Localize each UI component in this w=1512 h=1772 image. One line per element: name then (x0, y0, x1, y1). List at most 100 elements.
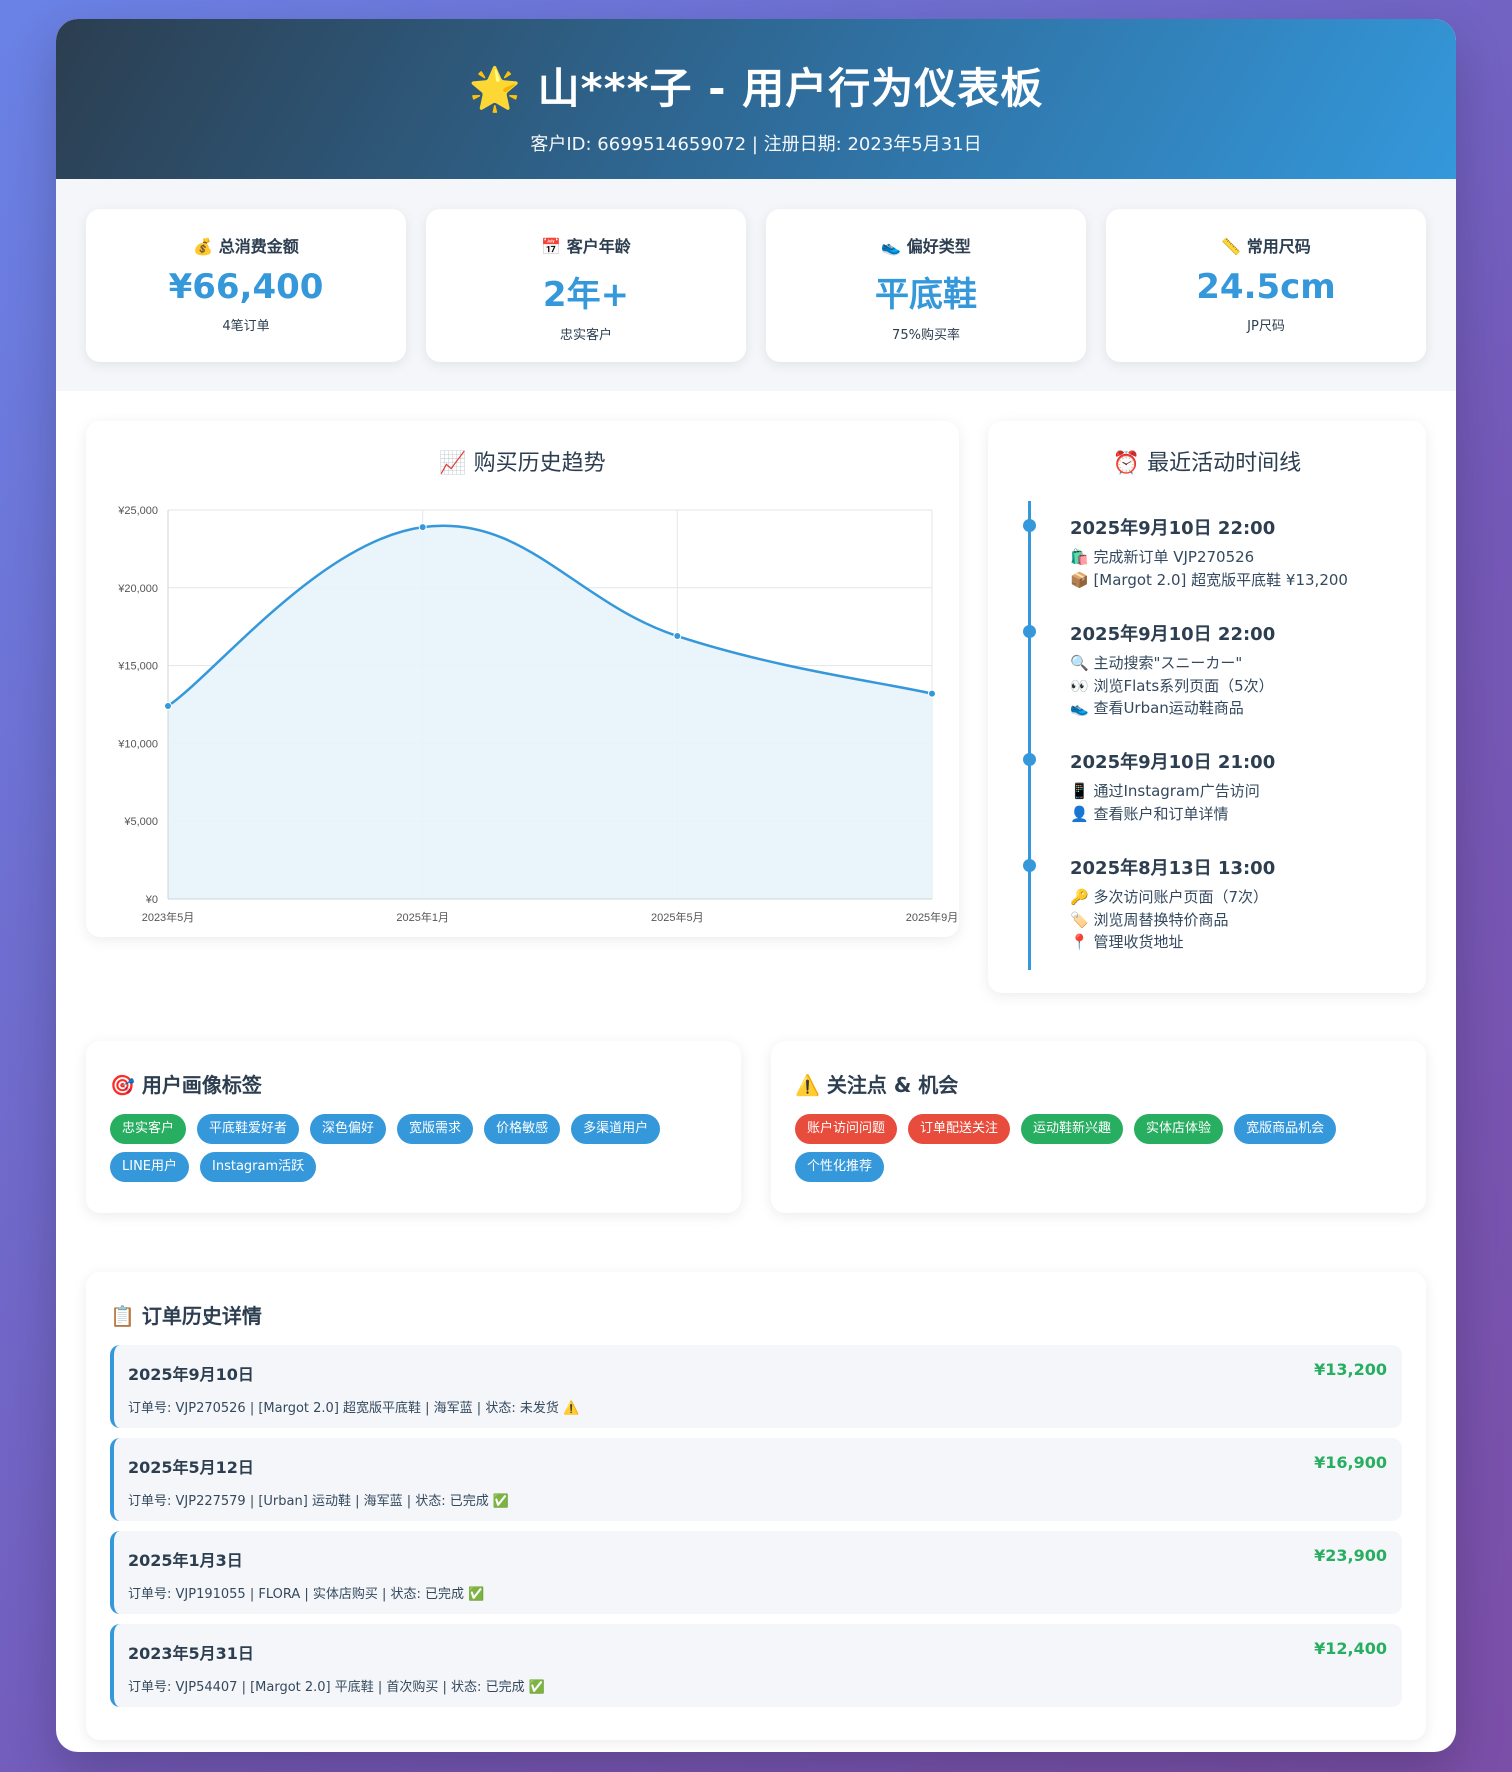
stat-label: 📏 常用尺码 (1221, 237, 1311, 256)
timeline-time: 2025年9月10日 22:00 (1070, 624, 1276, 645)
timeline-detail: 🛍️ 完成新订单 VJP270526 (1070, 548, 1255, 566)
dashboard-header: 🌟 山***子 - 用户行为仪表板 客户ID: 6699514659072 | … (56, 19, 1456, 179)
x-tick-label: 2023年5月 (142, 910, 195, 924)
timeline-dot (1023, 859, 1036, 872)
stat-card-customer-age: 📅 客户年龄 2年+ 忠实客户 (426, 209, 746, 362)
timeline-detail: 📍 管理收货地址 (1070, 933, 1184, 951)
data-point (164, 702, 172, 711)
order-detail: 订单号: VJP54407 | [Margot 2.0] 平底鞋 | 首次购买 … (128, 1680, 545, 1695)
stat-label: 💰 总消费金额 (193, 237, 299, 256)
timeline-detail: 👀 浏览Flats系列页面（5次） (1070, 676, 1274, 695)
timeline-details: 📱 通过Instagram广告访问 👤 查看账户和订单详情 (1070, 780, 1260, 825)
purchase-trend-card: 📈 购买历史趋势 ¥0 ¥5,000 ¥10,000 ¥15,000 ¥20,000 ¥2… (86, 421, 959, 937)
stat-value: 2年+ (542, 275, 630, 315)
timeline-line (1028, 501, 1031, 970)
concerns-card: ⚠️ 关注点 & 机会 账户访问问题 订单配送关注 运动鞋新兴趣 实体店体验 宽… (771, 1041, 1426, 1213)
timeline-detail: 👟 查看Urban运动鞋商品 (1070, 699, 1244, 717)
y-tick-label: ¥0 (145, 894, 158, 906)
page-title: 🌟 山***子 - 用户行为仪表板 (468, 64, 1044, 113)
concern-tag: 账户访问问题 (795, 1114, 898, 1144)
profile-tags-title: 🎯 用户画像标签 (110, 1073, 262, 1097)
concern-tag-list: 账户访问问题 订单配送关注 运动鞋新兴趣 实体店体验 宽版商品机会 个性化推荐 (795, 1114, 1402, 1182)
customer-meta: 客户ID: 6699514659072 | 注册日期: 2023年5月31日 (530, 134, 982, 155)
timeline-detail: 📦 [Margot 2.0] 超宽版平底鞋 ¥13,200 (1070, 570, 1348, 589)
concern-tag: 个性化推荐 (795, 1152, 885, 1182)
concerns-title: ⚠️ 关注点 & 机会 (795, 1073, 959, 1097)
timeline-detail: 🔑 多次访问账户页面（7次） (1070, 888, 1268, 906)
timeline-time: 2025年9月10日 21:00 (1070, 752, 1276, 773)
profile-tag: 平底鞋爱好者 (197, 1114, 300, 1144)
timeline-details: 🔍 主动搜索"スニーカー" 👀 浏览Flats系列页面（5次） 👟 查看Urba… (1070, 652, 1274, 720)
timeline-dot (1023, 753, 1036, 766)
purchase-trend-chart: ¥0 ¥5,000 ¥10,000 ¥15,000 ¥20,000 ¥25,000 2023… (117, 505, 959, 924)
profile-tag: 忠实客户 (110, 1114, 187, 1144)
timeline-detail: 🏷️ 浏览周替换特价商品 (1070, 910, 1229, 929)
order-amount: ¥12,400 (1314, 1639, 1387, 1658)
stats-row: 💰 总消费金额 ¥66,400 4笔订单 📅 客户年龄 2年+ 忠实客户 👟 偏… (56, 179, 1456, 391)
stat-note: 75%购买率 (892, 328, 960, 343)
activity-timeline-card: ⏰ 最近活动时间线 2025年9月10日 22:00 🛍️ 完成新订单 VJP2… (988, 421, 1426, 993)
stat-card-total-spend: 💰 总消费金额 ¥66,400 4笔订单 (86, 209, 406, 362)
profile-tag: 价格敏感 (484, 1114, 561, 1144)
timeline-detail: 📱 通过Instagram广告访问 (1070, 782, 1260, 800)
order-amount: ¥16,900 (1314, 1453, 1387, 1472)
x-tick-label: 2025年5月 (651, 910, 704, 924)
order-row: 2025年1月3日 订单号: VJP191055 | FLORA | 实体店购买… (110, 1531, 1402, 1614)
stat-note: 忠实客户 (559, 328, 612, 343)
profile-tag: 多渠道用户 (571, 1114, 661, 1144)
profile-tag: LINE用户 (110, 1152, 190, 1182)
stat-value: ¥66,400 (168, 267, 324, 307)
timeline-dot (1023, 519, 1036, 532)
order-date: 2023年5月31日 (128, 1644, 254, 1663)
profile-tag: 深色偏好 (310, 1114, 387, 1144)
stat-label: 👟 偏好类型 (881, 237, 971, 256)
order-detail: 订单号: VJP270526 | [Margot 2.0] 超宽版平底鞋 | 海… (128, 1401, 580, 1416)
timeline-title: ⏰ 最近活动时间线 (1112, 451, 1302, 476)
timeline-detail: 👤 查看账户和订单详情 (1070, 804, 1229, 823)
concern-tag: 运动鞋新兴趣 (1021, 1114, 1124, 1144)
stat-card-preferred-type: 👟 偏好类型 平底鞋 75%购买率 (766, 209, 1086, 362)
profile-tag: 宽版需求 (397, 1114, 474, 1144)
data-point (928, 689, 936, 698)
y-tick-label: ¥15,000 (117, 661, 158, 673)
order-amount: ¥23,900 (1314, 1546, 1387, 1565)
timeline-time: 2025年8月13日 13:00 (1070, 858, 1276, 879)
stat-value: 24.5cm (1196, 267, 1336, 307)
y-tick-label: ¥25,000 (117, 505, 158, 517)
timeline-dot (1023, 625, 1036, 638)
timeline-details: 🔑 多次访问账户页面（7次） 🏷️ 浏览周替换特价商品 📍 管理收货地址 (1070, 886, 1268, 954)
stat-note: 4笔订单 (222, 319, 270, 334)
x-tick-label: 2025年1月 (396, 910, 449, 924)
order-date: 2025年1月3日 (128, 1551, 243, 1570)
stat-label: 📅 客户年龄 (541, 237, 631, 256)
order-history-title: 📋 订单历史详情 (110, 1304, 262, 1328)
profile-tag: Instagram活跃 (200, 1152, 317, 1182)
order-row: 2025年9月10日 订单号: VJP270526 | [Margot 2.0]… (110, 1345, 1402, 1428)
concern-tag: 订单配送关注 (908, 1114, 1011, 1144)
order-history-card: 📋 订单历史详情 2025年9月10日 订单号: VJP270526 | [Ma… (86, 1272, 1426, 1740)
x-tick-label: 2025年9月 (906, 910, 959, 924)
order-date: 2025年9月10日 (128, 1365, 254, 1384)
stat-value: 平底鞋 (875, 275, 977, 315)
order-date: 2025年5月12日 (128, 1458, 254, 1477)
stat-card-size: 📏 常用尺码 24.5cm JP尺码 (1106, 209, 1426, 362)
y-tick-label: ¥5,000 (123, 816, 158, 828)
area-fill (168, 525, 932, 899)
order-amount: ¥13,200 (1314, 1360, 1387, 1379)
timeline-details: 🛍️ 完成新订单 VJP270526 📦 [Margot 2.0] 超宽版平底鞋… (1070, 546, 1348, 591)
profile-tags-card: 🎯 用户画像标签 忠实客户 平底鞋爱好者 深色偏好 宽版需求 价格敏感 多渠道用… (86, 1041, 741, 1213)
profile-tag-list: 忠实客户 平底鞋爱好者 深色偏好 宽版需求 价格敏感 多渠道用户 LINE用户 … (110, 1114, 717, 1182)
concern-tag: 宽版商品机会 (1234, 1114, 1337, 1144)
order-detail: 订单号: VJP227579 | [Urban] 运动鞋 | 海军蓝 | 状态:… (128, 1494, 510, 1509)
timeline-detail: 🔍 主动搜索"スニーカー" (1070, 654, 1243, 672)
dashboard-container: 🌟 山***子 - 用户行为仪表板 客户ID: 6699514659072 | … (56, 19, 1456, 1752)
stat-note: JP尺码 (1247, 319, 1285, 334)
timeline-time: 2025年9月10日 22:00 (1070, 518, 1276, 539)
concern-tag: 实体店体验 (1134, 1114, 1224, 1144)
order-detail: 订单号: VJP191055 | FLORA | 实体店购买 | 状态: 已完成… (128, 1587, 485, 1602)
y-tick-label: ¥20,000 (117, 583, 158, 595)
data-point (418, 523, 427, 532)
y-tick-label: ¥10,000 (117, 738, 158, 750)
order-row: 2023年5月31日 订单号: VJP54407 | [Margot 2.0] … (110, 1624, 1402, 1707)
data-point (673, 632, 682, 641)
